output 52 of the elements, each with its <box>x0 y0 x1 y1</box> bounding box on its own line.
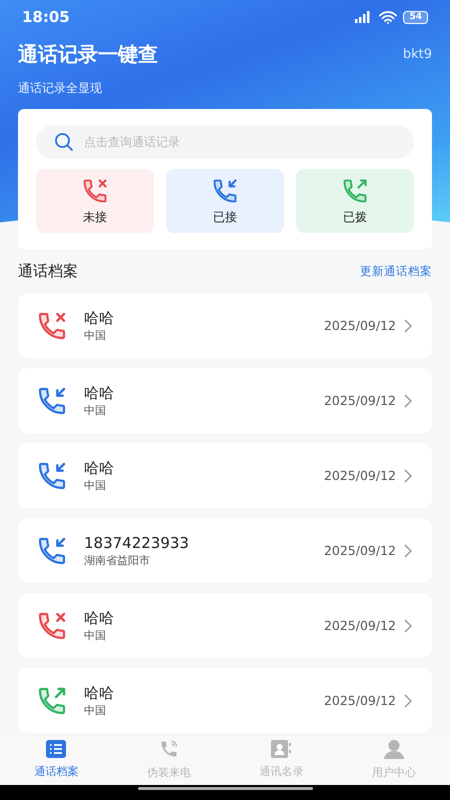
wifi-icon <box>379 10 398 24</box>
caller-location: 中国 <box>84 702 107 718</box>
caller-name: 哈哈 <box>84 384 115 402</box>
call-record-card[interactable]: 哈哈 中国 2025/09/12 <box>18 668 432 733</box>
caller-name: 哈哈 <box>84 458 115 478</box>
missed-call-icon <box>81 176 109 204</box>
call-date: 2025/09/12 <box>324 393 396 408</box>
call-record-card[interactable]: 哈哈 中国 2025/09/12 <box>18 593 432 658</box>
battery-indicator: 54 <box>403 10 428 24</box>
caller-name: 哈哈 <box>84 308 115 328</box>
section-title: 通话档案 <box>18 262 78 280</box>
nav-tab[interactable]: 通话档案 <box>0 733 112 785</box>
search-field[interactable]: 点击查询通话记录 <box>36 125 414 159</box>
chevron-right-icon <box>404 468 412 482</box>
chevron-right-icon <box>404 394 412 408</box>
user-tag: bkt9 <box>402 46 432 62</box>
app-title: 通话记录一键查 <box>18 40 158 68</box>
caller-location: 中国 <box>84 628 107 642</box>
missed-call-icon <box>36 610 68 642</box>
call-date: 2025/09/12 <box>324 618 396 633</box>
phone-icon <box>158 738 179 758</box>
caller-name: 哈哈 <box>84 684 115 702</box>
contact-card-icon <box>271 740 292 758</box>
filter-button[interactable]: 未接 <box>36 169 154 233</box>
call-record-card[interactable]: 哈哈 中国 2025/09/12 <box>18 443 432 508</box>
caller-location: 中国 <box>84 478 107 492</box>
outgoing-call-icon <box>341 176 369 204</box>
chevron-right-icon <box>404 694 412 708</box>
call-date: 2025/09/12 <box>324 318 396 333</box>
call-record-card[interactable]: 哈哈 中国 2025/09/12 <box>18 293 432 358</box>
chevron-right-icon <box>404 318 412 332</box>
chevron-right-icon <box>404 618 412 632</box>
caller-name: 18374223933 <box>84 534 190 552</box>
update-link[interactable]: 更新通话档案 <box>360 264 432 278</box>
caller-location: 湖南省益阳市 <box>84 552 151 568</box>
list-icon <box>46 740 66 758</box>
call-date: 2025/09/12 <box>324 543 396 558</box>
call-record-card[interactable]: 18374223933 湖南省益阳市 2025/09/12 <box>18 518 432 583</box>
call-record-card[interactable]: 哈哈 中国 2025/09/12 <box>18 368 432 433</box>
missed-call-icon <box>36 310 68 342</box>
user-icon <box>384 738 404 758</box>
caller-location: 中国 <box>84 328 107 342</box>
filter-button[interactable]: 已接 <box>166 169 284 233</box>
chevron-right-icon <box>404 544 412 558</box>
call-date: 2025/09/12 <box>324 693 396 708</box>
call-date: 2025/09/12 <box>324 468 396 483</box>
incoming-call-icon <box>211 176 239 204</box>
caller-name: 哈哈 <box>84 608 115 628</box>
app-subtitle: 通话记录全显现 <box>18 80 102 97</box>
caller-location: 中国 <box>84 402 107 418</box>
filter-button[interactable]: 已拨 <box>296 169 414 233</box>
clock: 18:05 <box>22 8 70 26</box>
